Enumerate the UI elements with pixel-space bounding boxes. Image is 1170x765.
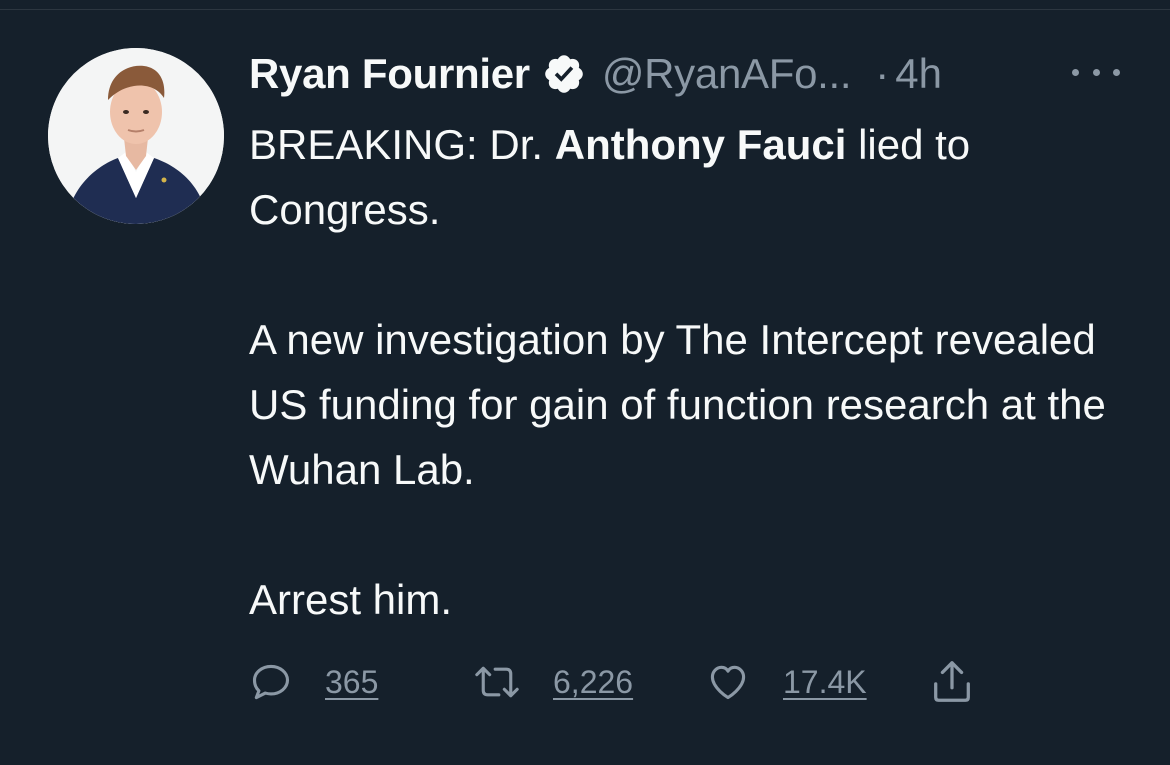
share-upload-icon — [934, 661, 970, 702]
retweet-count[interactable]: 6,226 — [553, 664, 633, 701]
tweet-header: Ryan Fournier @RyanAFo... · 4h — [249, 48, 942, 100]
retweet-button[interactable]: 6,226 — [473, 652, 633, 712]
tweet-text-bold-segment: Anthony Fauci — [554, 121, 847, 168]
reply-count[interactable]: 365 — [325, 664, 378, 701]
tweet-paragraph-2: A new investigation by The Intercept rev… — [249, 316, 1106, 493]
verified-badge-icon — [542, 52, 586, 96]
author-display-name[interactable]: Ryan Fournier — [249, 48, 530, 100]
tweet-paragraph-3: Arrest him. — [249, 576, 453, 623]
like-button[interactable]: 17.4K — [705, 652, 867, 712]
tweet-actions: 365 6,226 17.4K — [249, 652, 1009, 712]
tweet-paragraph-1: BREAKING: Dr. Anthony Fauci lied to Cong… — [249, 112, 1149, 242]
more-dot — [1092, 68, 1100, 76]
reply-button[interactable]: 365 — [249, 652, 378, 712]
timestamp[interactable]: 4h — [895, 48, 942, 100]
more-dots-icon[interactable] — [1072, 58, 1120, 86]
avatar[interactable] — [48, 48, 224, 224]
like-count[interactable]: 17.4K — [783, 664, 867, 701]
time-separator: · — [875, 50, 890, 97]
author-handle[interactable]: @RyanAFo... — [602, 48, 852, 100]
more-dot — [1072, 68, 1079, 76]
heart-icon — [710, 665, 746, 700]
avatar-image — [48, 48, 224, 224]
tweet-text-segment: BREAKING: Dr. — [249, 121, 555, 168]
tweet[interactable]: Ryan Fournier @RyanAFo... · 4h BREAKING:… — [0, 0, 1170, 765]
share-button[interactable] — [929, 652, 975, 712]
tweet-text: BREAKING: Dr. Anthony Fauci lied to Cong… — [249, 112, 1149, 632]
retweet-arrows-icon — [475, 666, 519, 698]
more-dot — [1113, 68, 1120, 76]
reply-bubble-icon — [252, 664, 290, 700]
